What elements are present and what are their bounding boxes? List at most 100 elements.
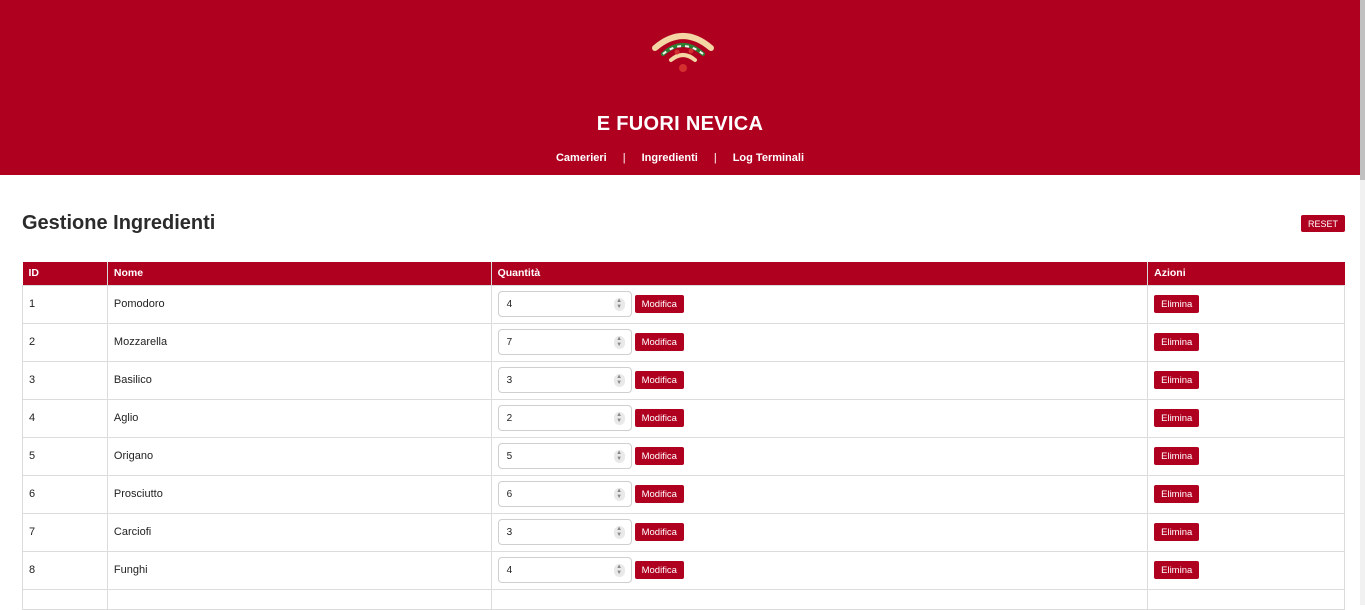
ingredient-name: Mozzarella	[106, 322, 492, 362]
spinner-icon[interactable]: ▲ ▼	[613, 526, 625, 539]
delete-button[interactable]: Elimina	[1154, 371, 1200, 389]
ingredient-quantity-cell: 3 ▲ ▼ Modifica	[490, 360, 1149, 400]
actions-cell: Elimina	[1147, 512, 1345, 552]
main-nav: Camerieri | Ingredienti | Log Terminali	[0, 152, 1360, 164]
ingredient-quantity-cell: 7 ▲ ▼ Modifica	[490, 322, 1149, 362]
ingredient-quantity-cell: 5 ▲ ▼ Modifica	[490, 436, 1149, 476]
reset-button[interactable]: RESET	[1301, 215, 1345, 232]
actions-cell: Elimina	[1147, 550, 1345, 590]
table-row: 6 Prosciutto 6 ▲ ▼ Modifica Elimina	[22, 474, 1345, 514]
table-row: 2 Mozzarella 7 ▲ ▼ Modifica Elimina	[22, 322, 1345, 362]
quantity-input[interactable]: 2 ▲ ▼	[497, 405, 632, 431]
column-header-quantity: Quantità	[491, 262, 1149, 285]
delete-button[interactable]: Elimina	[1154, 333, 1200, 351]
ingredient-quantity-cell	[490, 588, 1149, 610]
delete-button[interactable]: Elimina	[1154, 485, 1200, 503]
quantity-input[interactable]: 5 ▲ ▼	[497, 443, 632, 469]
quantity-input[interactable]: 3 ▲ ▼	[497, 367, 632, 393]
page-scrollbar[interactable]	[1360, 0, 1365, 605]
quantity-value: 4	[506, 298, 513, 310]
quantity-value: 3	[506, 374, 513, 386]
table-row: 5 Origano 5 ▲ ▼ Modifica Elimina	[22, 436, 1345, 476]
ingredients-table: ID Nome Quantità Azioni 1 Pomodoro 4 ▲ ▼ Modi…	[22, 262, 1345, 610]
ingredient-id: 1	[22, 284, 108, 324]
quantity-input[interactable]: 7 ▲ ▼	[497, 329, 632, 355]
ingredient-id: 7	[22, 512, 108, 552]
spinner-icon[interactable]: ▲ ▼	[613, 336, 625, 349]
quantity-value: 7	[506, 336, 513, 348]
ingredient-id: 4	[22, 398, 108, 438]
modify-button[interactable]: Modifica	[634, 295, 684, 313]
actions-cell: Elimina	[1147, 436, 1345, 476]
delete-button[interactable]: Elimina	[1154, 295, 1200, 313]
ingredient-name: Basilico	[106, 360, 492, 400]
quantity-input[interactable]: 4 ▲ ▼	[497, 557, 632, 583]
actions-cell: Elimina	[1147, 322, 1345, 362]
ingredient-name: Carciofi	[106, 512, 492, 552]
ingredient-id: 3	[22, 360, 108, 400]
ingredient-id: 8	[22, 550, 108, 590]
modify-button[interactable]: Modifica	[634, 561, 684, 579]
site-header: E FUORI NEVICA Camerieri | Ingredienti |…	[0, 0, 1360, 175]
ingredient-quantity-cell: 2 ▲ ▼ Modifica	[490, 398, 1149, 438]
quantity-input[interactable]: 6 ▲ ▼	[497, 481, 632, 507]
ingredient-name: Prosciutto	[106, 474, 492, 514]
ingredient-name: Pomodoro	[106, 284, 492, 324]
ingredient-quantity-cell: 4 ▲ ▼ Modifica	[490, 284, 1149, 324]
modify-button[interactable]: Modifica	[634, 333, 684, 351]
ingredient-id: 2	[22, 322, 108, 362]
ingredient-id	[22, 588, 108, 610]
spinner-icon[interactable]: ▲ ▼	[613, 412, 625, 425]
modify-button[interactable]: Modifica	[634, 447, 684, 465]
actions-cell	[1147, 588, 1345, 610]
table-row: 4 Aglio 2 ▲ ▼ Modifica Elimina	[22, 398, 1345, 438]
table-header-row: ID Nome Quantità Azioni	[22, 262, 1345, 285]
column-header-id: ID	[22, 262, 108, 285]
quantity-value: 4	[506, 564, 513, 576]
actions-cell: Elimina	[1147, 360, 1345, 400]
modify-button[interactable]: Modifica	[634, 371, 684, 389]
ingredient-id: 5	[22, 436, 108, 476]
ingredient-name: Origano	[106, 436, 492, 476]
actions-cell: Elimina	[1147, 398, 1345, 438]
column-header-name: Nome	[107, 262, 492, 285]
delete-button[interactable]: Elimina	[1154, 447, 1200, 465]
quantity-value: 5	[506, 450, 513, 462]
page-title: Gestione Ingredienti	[22, 212, 216, 234]
ingredient-quantity-cell: 6 ▲ ▼ Modifica	[490, 474, 1149, 514]
quantity-value: 2	[506, 412, 513, 424]
table-row: 8 Funghi 4 ▲ ▼ Modifica Elimina	[22, 550, 1345, 590]
modify-button[interactable]: Modifica	[634, 485, 684, 503]
quantity-value: 6	[506, 488, 513, 500]
spinner-icon[interactable]: ▲ ▼	[613, 564, 625, 577]
table-row: 7 Carciofi 3 ▲ ▼ Modifica Elimina	[22, 512, 1345, 552]
nav-log-terminali[interactable]: Log Terminali	[733, 152, 804, 164]
spinner-icon[interactable]: ▲ ▼	[613, 298, 625, 311]
brand-title: E FUORI NEVICA	[596, 113, 764, 135]
quantity-input[interactable]: 4 ▲ ▼	[497, 291, 632, 317]
modify-button[interactable]: Modifica	[634, 523, 684, 541]
spinner-icon[interactable]: ▲ ▼	[613, 488, 625, 501]
ingredient-quantity-cell: 4 ▲ ▼ Modifica	[490, 550, 1149, 590]
delete-button[interactable]: Elimina	[1154, 523, 1200, 541]
spinner-icon[interactable]: ▲ ▼	[613, 450, 625, 463]
ingredient-quantity-cell: 3 ▲ ▼ Modifica	[490, 512, 1149, 552]
quantity-input[interactable]: 3 ▲ ▼	[497, 519, 632, 545]
table-row	[22, 588, 1345, 610]
ingredient-name: Funghi	[106, 550, 492, 590]
spinner-icon[interactable]: ▲ ▼	[613, 374, 625, 387]
modify-button[interactable]: Modifica	[634, 409, 684, 427]
nav-ingredienti[interactable]: Ingredienti	[642, 152, 698, 164]
delete-button[interactable]: Elimina	[1154, 409, 1200, 427]
nav-separator: |	[713, 152, 717, 164]
table-row: 3 Basilico 3 ▲ ▼ Modifica Elimina	[22, 360, 1345, 400]
ingredient-name: Aglio	[106, 398, 492, 438]
scrollbar-thumb[interactable]	[1360, 0, 1365, 180]
column-header-actions: Azioni	[1147, 262, 1345, 285]
nav-camerieri[interactable]: Camerieri	[556, 152, 607, 164]
ingredient-id: 6	[22, 474, 108, 514]
actions-cell: Elimina	[1147, 284, 1345, 324]
ingredient-name	[106, 588, 492, 610]
delete-button[interactable]: Elimina	[1154, 561, 1200, 579]
pizza-wifi-logo-icon	[652, 33, 714, 72]
